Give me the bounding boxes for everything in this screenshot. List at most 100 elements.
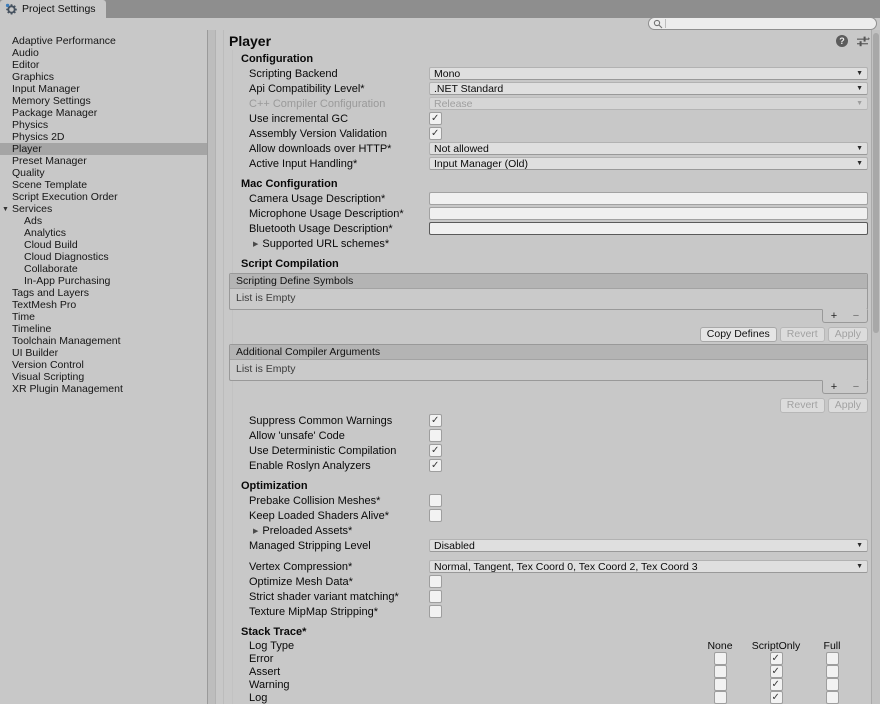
sidebar-item-services[interactable]: ▼Services <box>0 203 207 215</box>
sidebar-item-textmesh-pro[interactable]: TextMesh Pro <box>0 299 207 311</box>
add-button[interactable]: + <box>831 382 837 393</box>
row-prebake-collision-meshes: Prebake Collision Meshes* <box>241 493 868 508</box>
checkbox-use-deterministic-compilation[interactable]: ✓ <box>429 444 442 457</box>
field-control: .NET Standard▼ <box>429 82 868 95</box>
dropdown-active-input-handling[interactable]: Input Manager (Old)▼ <box>429 157 868 170</box>
copy-defines-button[interactable]: Copy Defines <box>700 327 777 342</box>
toolbar <box>0 18 880 30</box>
sidebar-item-time[interactable]: Time <box>0 311 207 323</box>
checkbox-warning[interactable]: ✓ <box>770 678 783 691</box>
sidebar-item-version-control[interactable]: Version Control <box>0 359 207 371</box>
field-control: Normal, Tangent, Tex Coord 0, Tex Coord … <box>429 560 868 573</box>
text-field-camera-usage-description[interactable] <box>429 192 868 205</box>
sidebar-item-timeline[interactable]: Timeline <box>0 323 207 335</box>
checkbox-strict-shader-variant-matching[interactable] <box>429 590 442 603</box>
tab-title: Project Settings <box>22 3 96 15</box>
search-input[interactable] <box>668 18 876 29</box>
text-field-bluetooth-usage-description[interactable] <box>429 222 868 235</box>
checkbox-error[interactable] <box>826 652 839 665</box>
row-allow-unsafe-code: Allow 'unsafe' Code <box>241 428 868 443</box>
checkbox-suppress-common-warnings[interactable]: ✓ <box>429 414 442 427</box>
dropdown-vertex-compression[interactable]: Normal, Tangent, Tex Coord 0, Tex Coord … <box>429 560 868 573</box>
sidebar-item-tags-and-layers[interactable]: Tags and Layers <box>0 287 207 299</box>
checkbox-warning[interactable] <box>714 678 727 691</box>
add-button[interactable]: + <box>831 311 837 322</box>
checkbox-enable-roslyn-analyzers[interactable]: ✓ <box>429 459 442 472</box>
checkbox-warning[interactable] <box>826 678 839 691</box>
scrollbar-thumb[interactable] <box>873 33 879 333</box>
search-box[interactable] <box>648 17 877 30</box>
checkbox-log[interactable] <box>714 691 727 704</box>
sidebar-item-ui-builder[interactable]: UI Builder <box>0 347 207 359</box>
checkbox-log[interactable] <box>826 691 839 704</box>
section-script-compilation: Script Compilation <box>241 257 868 271</box>
vertical-scrollbar[interactable] <box>871 30 880 704</box>
checkbox-use-incremental-gc[interactable]: ✓ <box>429 112 442 125</box>
sidebar-item-ads[interactable]: Ads <box>0 215 207 227</box>
sidebar-item-physics-2d[interactable]: Physics 2D <box>0 131 207 143</box>
dropdown-api-compatibility-level[interactable]: .NET Standard▼ <box>429 82 868 95</box>
checkbox-assert[interactable]: ✓ <box>770 665 783 678</box>
sidebar-item-cloud-build[interactable]: Cloud Build <box>0 239 207 251</box>
checkbox-texture-mipmap-stripping[interactable] <box>429 605 442 618</box>
checkbox-optimize-mesh-data[interactable] <box>429 575 442 588</box>
checkbox-error[interactable]: ✓ <box>770 652 783 665</box>
stack-trace-cell <box>804 691 860 704</box>
checkbox-assembly-version-validation[interactable]: ✓ <box>429 127 442 140</box>
checkmark-icon: ✓ <box>772 652 780 665</box>
checkbox-allow-unsafe-code[interactable] <box>429 429 442 442</box>
remove-button[interactable]: − <box>853 382 859 393</box>
remove-button[interactable]: − <box>853 311 859 322</box>
checkbox-keep-loaded-shaders-alive[interactable] <box>429 509 442 522</box>
sidebar-item-preset-manager[interactable]: Preset Manager <box>0 155 207 167</box>
checkbox-prebake-collision-meshes[interactable] <box>429 494 442 507</box>
sidebar-item-cloud-diagnostics[interactable]: Cloud Diagnostics <box>0 251 207 263</box>
sidebar-item-in-app-purchasing[interactable]: In-App Purchasing <box>0 275 207 287</box>
sidebar-item-visual-scripting[interactable]: Visual Scripting <box>0 371 207 383</box>
dropdown-scripting-backend[interactable]: Mono▼ <box>429 67 868 80</box>
checkbox-assert[interactable] <box>826 665 839 678</box>
checkmark-icon: ✓ <box>772 665 780 678</box>
dropdown-value: Release <box>434 98 856 110</box>
sidebar-item-script-execution-order[interactable]: Script Execution Order <box>0 191 207 203</box>
checkbox-error[interactable] <box>714 652 727 665</box>
sidebar-item-input-manager[interactable]: Input Manager <box>0 83 207 95</box>
sidebar-item-scene-template[interactable]: Scene Template <box>0 179 207 191</box>
panel-splitter[interactable] <box>207 30 216 704</box>
content-area: Adaptive PerformanceAudioEditorGraphicsI… <box>0 30 880 704</box>
list-action-buttons: RevertApply <box>241 398 868 413</box>
foldout-label: ▶Preloaded Assets* <box>241 525 429 537</box>
sidebar-item-toolchain-management[interactable]: Toolchain Management <box>0 335 207 347</box>
presets-icon[interactable] <box>857 36 870 47</box>
help-icon[interactable]: ? <box>836 35 848 47</box>
dropdown-allow-downloads-over-http[interactable]: Not allowed▼ <box>429 142 868 155</box>
sidebar-item-player[interactable]: Player <box>0 143 207 155</box>
sidebar-item-label: XR Plugin Management <box>12 383 123 395</box>
sidebar-item-physics[interactable]: Physics <box>0 119 207 131</box>
sidebar-item-quality[interactable]: Quality <box>0 167 207 179</box>
foldout-preloaded-assets[interactable]: ▶Preloaded Assets* <box>241 523 868 538</box>
checkbox-log[interactable]: ✓ <box>770 691 783 704</box>
sidebar-item-label: Collaborate <box>24 263 78 275</box>
field-label: Assert <box>241 666 692 678</box>
checkbox-assert[interactable] <box>714 665 727 678</box>
sidebar-item-xr-plugin-management[interactable]: XR Plugin Management <box>0 383 207 395</box>
sidebar-item-package-manager[interactable]: Package Manager <box>0 107 207 119</box>
search-icon <box>653 19 663 29</box>
foldout-supported-url-schemes[interactable]: ▶Supported URL schemes* <box>241 236 868 251</box>
stack-trace-row-error: Error✓ <box>241 652 868 665</box>
checkmark-icon: ✓ <box>431 459 439 472</box>
text-field-microphone-usage-description[interactable] <box>429 207 868 220</box>
sidebar-item-analytics[interactable]: Analytics <box>0 227 207 239</box>
chevron-down-icon: ▼ <box>856 85 863 92</box>
sidebar-item-adaptive-performance[interactable]: Adaptive Performance <box>0 35 207 47</box>
column-header-full: Full <box>804 640 860 652</box>
sidebar-item-audio[interactable]: Audio <box>0 47 207 59</box>
sidebar-item-editor[interactable]: Editor <box>0 59 207 71</box>
sidebar-item-memory-settings[interactable]: Memory Settings <box>0 95 207 107</box>
dropdown-managed-stripping-level[interactable]: Disabled▼ <box>429 539 868 552</box>
sidebar-item-graphics[interactable]: Graphics <box>0 71 207 83</box>
tab-project-settings[interactable]: Project Settings <box>0 0 106 18</box>
settings-panel: Player ? ConfigurationScripting BackendM… <box>216 30 880 704</box>
sidebar-item-collaborate[interactable]: Collaborate <box>0 263 207 275</box>
